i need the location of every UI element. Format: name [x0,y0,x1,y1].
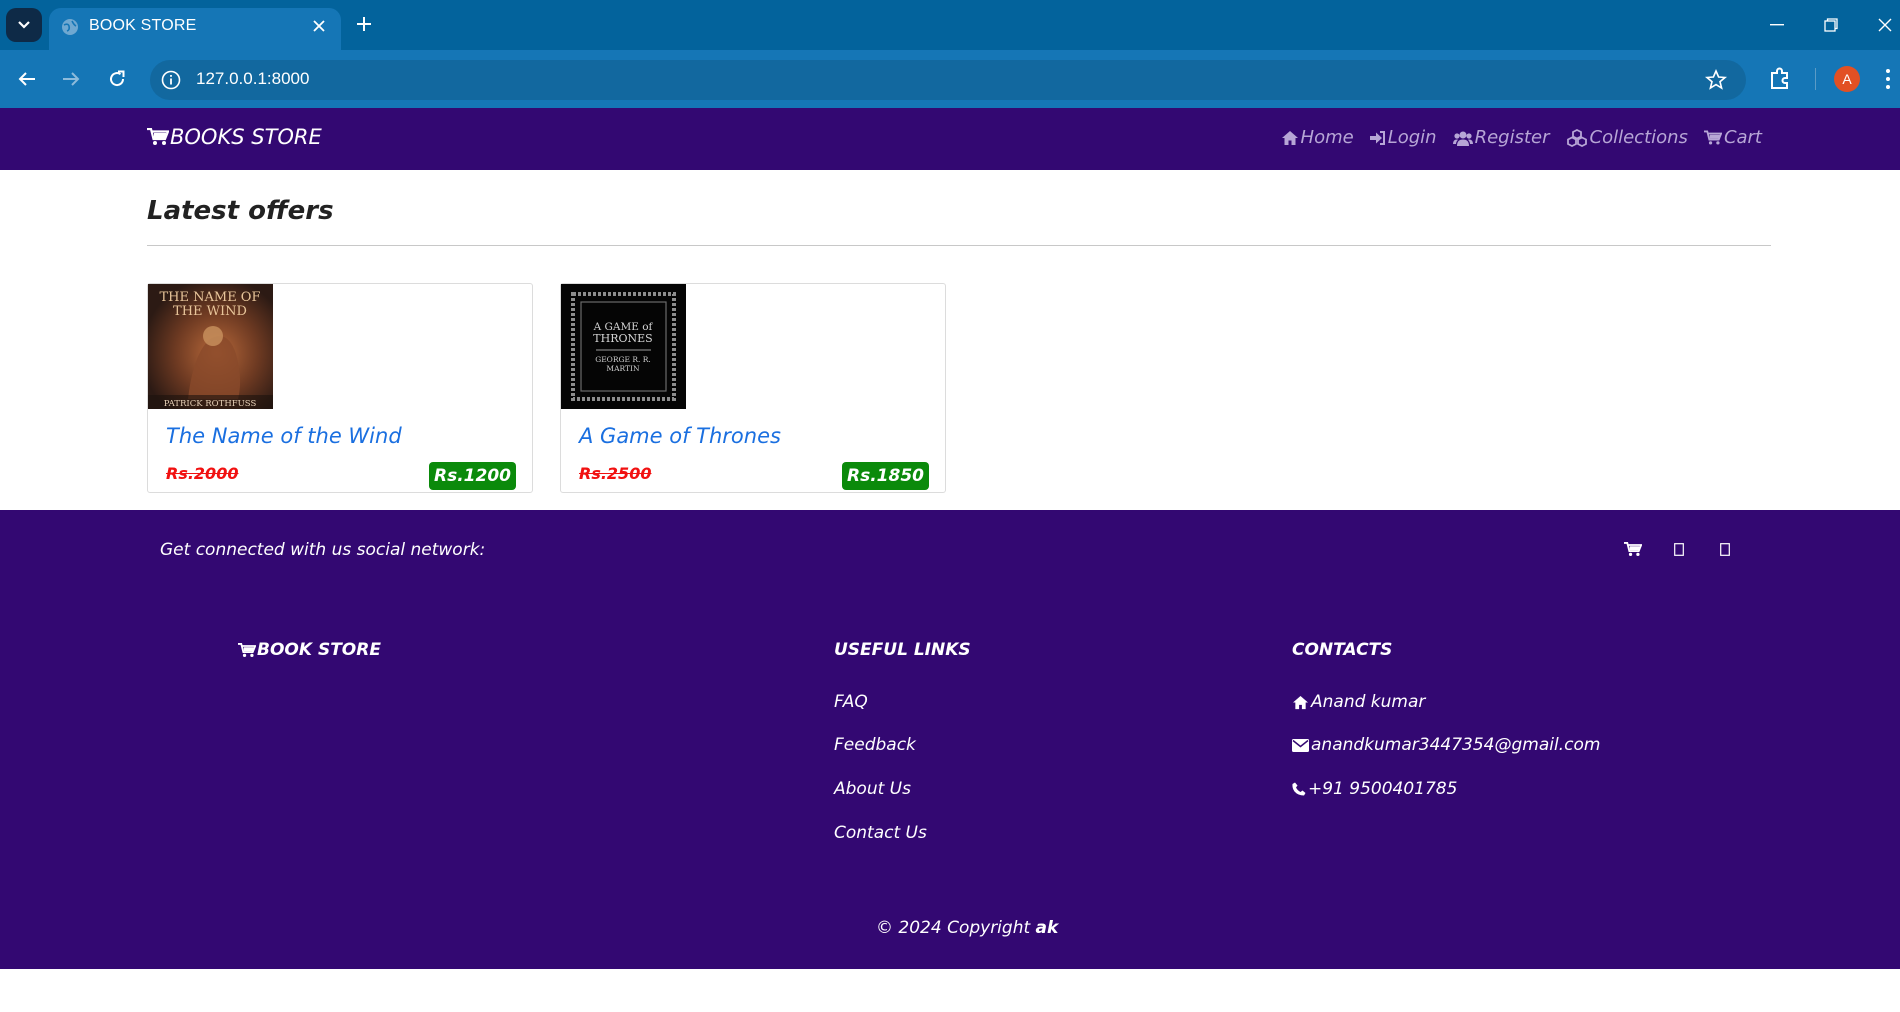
section-title: Latest offers [147,196,334,226]
new-price-badge: Rs.1850 [842,462,929,490]
nav-cart-label: Cart [1723,127,1762,148]
tab-search-button[interactable] [6,8,42,42]
book-title[interactable]: A Game of Thrones [579,424,781,448]
social-text: Get connected with us social network: [160,540,486,560]
back-button[interactable] [12,64,42,94]
cover-author: PATRICK ROTHFUSS [164,399,257,409]
forward-button[interactable] [56,64,86,94]
social-link-3[interactable] [1716,539,1734,559]
profile-avatar[interactable]: A [1834,66,1860,92]
minimize-icon [1770,24,1784,26]
cart-icon [1703,130,1722,145]
contact-phone-text[interactable]: +91 9500401785 [1308,779,1457,799]
contact-email[interactable]: anandkumar3447354@gmail.com [1292,735,1600,755]
tab-close-button[interactable] [307,14,331,38]
cart-icon [238,642,256,657]
browser-toolbar: 127.0.0.1:8000 A [0,50,1900,108]
star-icon[interactable] [1704,68,1728,92]
new-tab-button[interactable] [352,12,376,36]
arrow-right-icon [63,72,80,86]
tab-title: BOOK STORE [89,17,197,34]
contact-name: Anand kumar [1292,692,1425,712]
cubes-icon [1566,128,1587,147]
plus-icon [357,17,371,31]
footer-link-feedback[interactable]: Feedback [834,735,916,755]
nav-home[interactable]: Home [1281,127,1354,148]
restore-button[interactable] [1818,12,1844,38]
cover-line-1: THE NAME OF [159,290,260,305]
window-close-button[interactable] [1872,12,1898,38]
cover-author: GEORGE R. R. [595,355,651,364]
nav-register[interactable]: Register [1452,127,1550,148]
site-footer: Get connected with us social network: BO… [0,510,1900,969]
more-menu-icon[interactable] [1882,66,1894,92]
close-icon [313,20,325,32]
footer-link-faq[interactable]: FAQ [834,692,868,712]
cover-line-2: THRONES [593,332,652,345]
phone-icon [1292,782,1306,796]
chevron-down-icon [18,21,30,29]
contact-phone[interactable]: +91 9500401785 [1292,779,1457,799]
useful-links-heading: USEFUL LINKS [834,640,971,660]
section-divider [147,245,1771,246]
browser-tab-bar: BOOK STORE [0,0,1900,50]
social-cart-link[interactable] [1624,539,1642,559]
nav-collections-label: Collections [1589,127,1688,148]
nav-cart[interactable]: Cart [1703,127,1762,148]
site-navbar: BOOKS STORE Home Login Register Collecti… [0,108,1900,170]
footer-link-about[interactable]: About Us [834,779,911,799]
copyright: © 2024 Copyright ak [876,918,1058,938]
globe-icon [62,19,78,35]
missing-glyph-icon [1720,542,1730,556]
cart-icon [147,128,169,145]
arrow-left-icon [18,72,35,86]
old-price: Rs.2500 [579,464,652,483]
sign-in-icon [1369,130,1385,145]
home-icon [1281,130,1298,145]
missing-glyph-icon [1674,542,1684,556]
reload-button[interactable] [102,64,132,94]
extensions-icon[interactable] [1766,64,1794,92]
contact-email-text[interactable]: anandkumar3447354@gmail.com [1311,735,1600,755]
social-icons [1624,539,1734,559]
cover-line-2: THE WIND [173,304,247,319]
toolbar-separator [1815,68,1816,90]
nav-links: Home Login Register Collections Cart [1281,127,1762,148]
book-title[interactable]: The Name of the Wind [166,424,402,448]
book-card[interactable]: THE NAME OF THE WIND PATRICK ROTHFUSS Th… [147,283,533,493]
nav-home-label: Home [1300,127,1354,148]
social-link-2[interactable] [1670,539,1688,559]
restore-icon [1824,18,1838,32]
book-cover-image[interactable]: A GAME of THRONES GEORGE R. R. MARTIN [561,284,686,409]
reload-icon [110,70,125,87]
info-icon [161,70,181,90]
minimize-button[interactable] [1764,12,1790,38]
cart-icon [1624,541,1642,556]
site-brand[interactable]: BOOKS STORE [147,125,322,149]
copyright-prefix: © 2024 Copyright [876,918,1036,938]
home-icon [1293,695,1308,709]
contacts-heading: CONTACTS [1292,640,1393,660]
nav-register-label: Register [1474,127,1550,148]
new-price-badge: Rs.1200 [429,462,516,490]
contact-name-text: Anand kumar [1311,692,1426,712]
cover-author-2: MARTIN [606,364,640,373]
footer-link-contact[interactable]: Contact Us [834,823,927,843]
old-price: Rs.2000 [166,464,239,483]
footer-brand: BOOK STORE [238,640,381,660]
nav-login-label: Login [1387,127,1437,148]
copyright-owner: ak [1035,918,1059,938]
nav-collections[interactable]: Collections [1566,127,1688,148]
close-icon [1878,18,1892,32]
envelope-icon [1292,738,1309,752]
book-cover-image[interactable]: THE NAME OF THE WIND PATRICK ROTHFUSS [148,284,273,409]
address-bar[interactable]: 127.0.0.1:8000 [150,60,1746,100]
browser-tab[interactable]: BOOK STORE [49,8,341,50]
url-text[interactable]: 127.0.0.1:8000 [196,69,309,89]
brand-text: BOOKS STORE [170,125,322,149]
users-icon [1452,131,1473,146]
nav-login[interactable]: Login [1369,127,1437,148]
footer-brand-text: BOOK STORE [257,640,381,660]
book-card[interactable]: A GAME of THRONES GEORGE R. R. MARTIN A … [560,283,946,493]
